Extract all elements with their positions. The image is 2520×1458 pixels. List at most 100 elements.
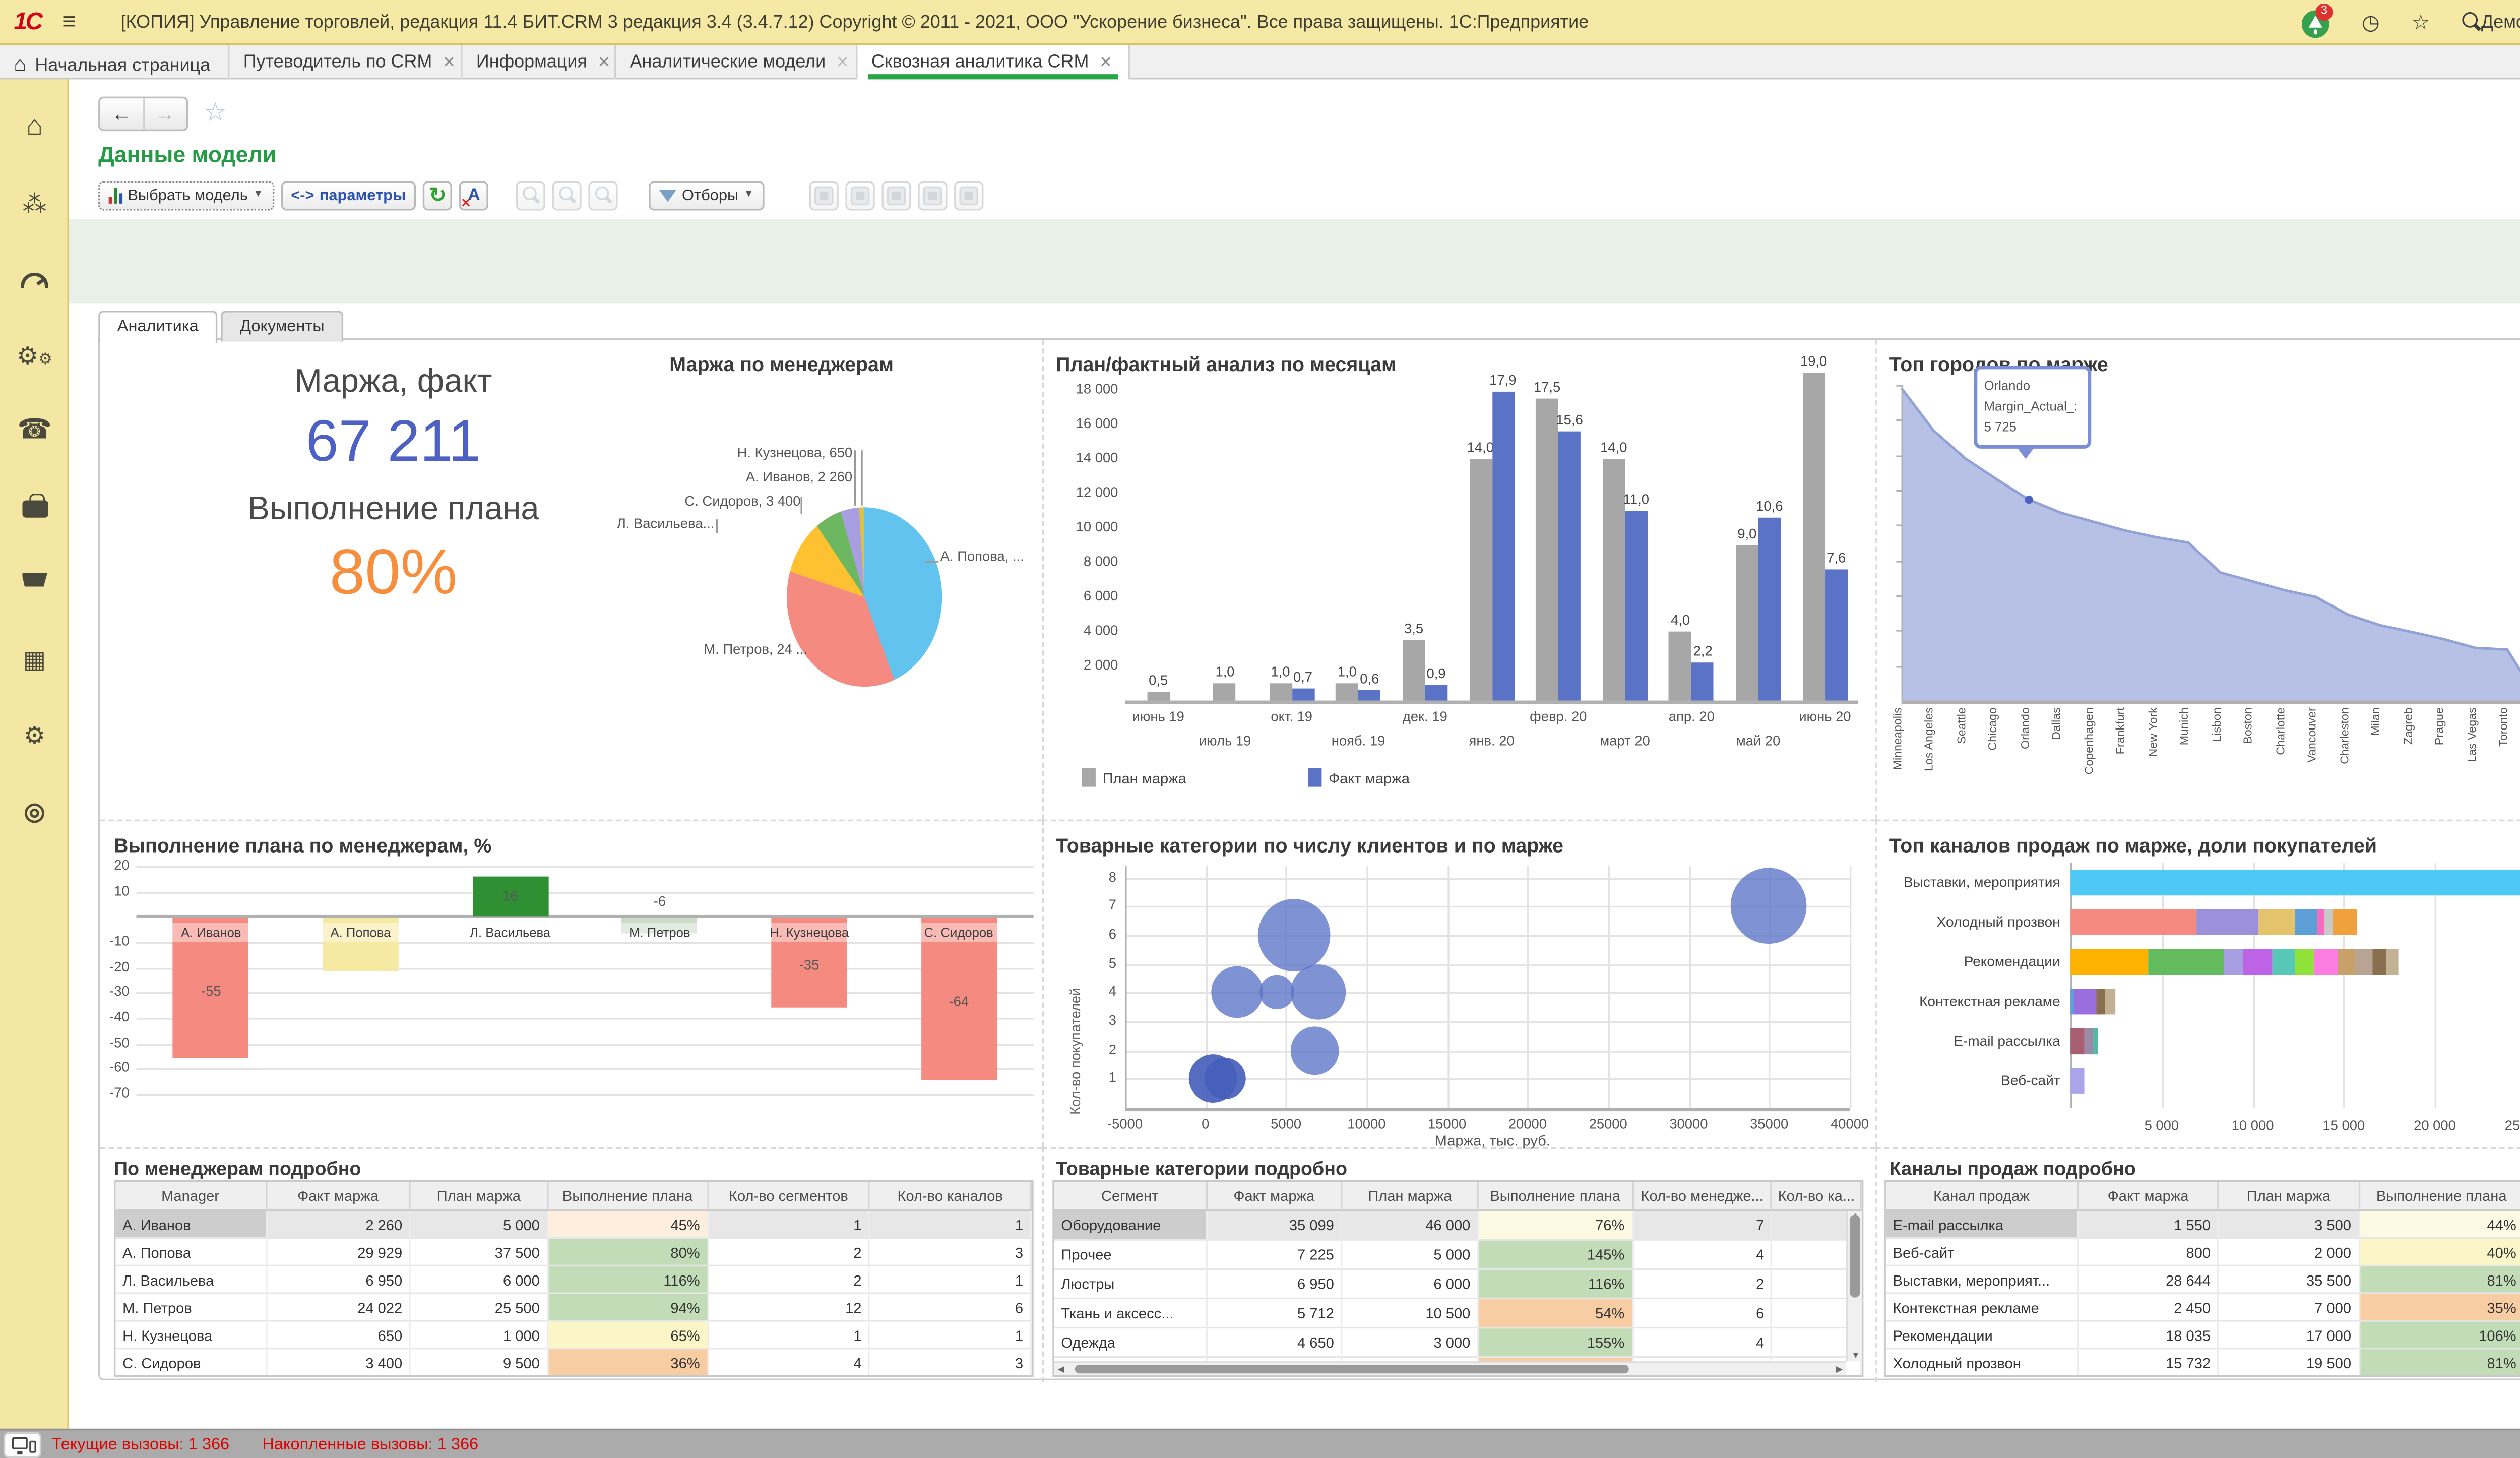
column-header[interactable]: План маржа: [411, 1182, 548, 1211]
sidebar-item-dashboard[interactable]: [0, 256, 69, 308]
table-row[interactable]: Н. Кузнецова 650 1 000 65% 1 1: [115, 1321, 1032, 1350]
sidebar-item-sales[interactable]: [0, 483, 69, 535]
managers-plan-chart-cell[interactable]: Выполнение плана по менеджерам, % 20 10 -1…: [100, 819, 1042, 1147]
tab-documents[interactable]: Документы: [221, 311, 344, 342]
table-row[interactable]: Ткань и аксесс... 5 712 10 500 54% 6: [1054, 1299, 1862, 1329]
export-button[interactable]: [918, 180, 948, 210]
vertical-scrollbar[interactable]: ▲▼: [1846, 1211, 1862, 1362]
add-chart-button[interactable]: [845, 180, 875, 210]
history-icon[interactable]: ◷: [2357, 11, 2384, 38]
find-next-button[interactable]: [589, 180, 618, 210]
clear-button[interactable]: [881, 180, 911, 210]
print-button[interactable]: [954, 180, 984, 210]
column-header[interactable]: План маржа: [2219, 1182, 2360, 1211]
close-tab-icon[interactable]: ✕: [836, 53, 849, 71]
column-header[interactable]: Сегмент: [1054, 1182, 1208, 1211]
table-row[interactable]: Одежда 4 650 3 000 155% 4: [1054, 1328, 1862, 1358]
table-row[interactable]: М. Петров 24 022 25 500 94% 12 6: [115, 1294, 1032, 1322]
notifications-icon[interactable]: 3: [2301, 3, 2333, 38]
column-header[interactable]: Выполнение плана: [1479, 1182, 1633, 1211]
column-header[interactable]: Канал продаж: [1885, 1182, 2079, 1211]
gridline: [1608, 866, 1610, 1108]
close-tab-icon[interactable]: ✕: [443, 53, 456, 71]
column-header[interactable]: Кол-во сегментов: [708, 1182, 870, 1211]
horizontal-scrollbar[interactable]: ◀ ▶: [1054, 1361, 1847, 1375]
tab-home[interactable]: ⌂ Начальная страница: [0, 44, 230, 80]
favorites-star-icon[interactable]: ☆: [2407, 11, 2435, 38]
table-row[interactable]: Выставки, мероприят...28 64435 50081%7: [1885, 1266, 2520, 1294]
sidebar-item-processes[interactable]: ⚙⚙: [0, 331, 69, 383]
cancel-search-button[interactable]: А: [459, 180, 489, 210]
table-row[interactable]: А. Попова 29 929 37 500 80% 2 3: [115, 1239, 1032, 1267]
column-header[interactable]: Факт маржа: [2078, 1182, 2220, 1211]
sidebar-item-home[interactable]: ⌂: [0, 103, 69, 155]
channels-table[interactable]: Канал продаж Факт маржа План маржа Выполнен…: [1884, 1180, 2520, 1377]
channel-label: Холодный прозвон: [1936, 914, 2060, 930]
sidebar-item-settings[interactable]: ⚙: [0, 711, 69, 763]
phone-panel-button[interactable]: [3, 1432, 42, 1458]
column-header[interactable]: Факт маржа: [1207, 1182, 1343, 1211]
table-row[interactable]: С. Сидоров 3 400 9 500 36% 4 3: [115, 1349, 1032, 1375]
tab-information[interactable]: Информация ✕: [462, 44, 616, 80]
find-in-list-button[interactable]: [552, 180, 582, 210]
table-row[interactable]: Прочее 7 225 5 000 145% 4: [1054, 1240, 1862, 1270]
monthly-bar-chart-cell[interactable]: План/фактный анализ по месяцам План марж…: [1042, 340, 1876, 820]
margin-pie-chart[interactable]: [787, 507, 942, 687]
column-header[interactable]: Выполнение плана: [548, 1182, 709, 1211]
tab-analytic-models[interactable]: Аналитические модели ✕: [616, 44, 858, 80]
channel-segment: [2223, 949, 2243, 975]
sidebar-item-warehouse[interactable]: ▦: [0, 635, 69, 687]
table-row[interactable]: Л. Васильева 6 950 6 000 116% 2 1: [115, 1266, 1032, 1294]
bubble-xlabel: Маржа, тыс. руб.: [1434, 1132, 1550, 1149]
sidebar-item-crm[interactable]: ⁂: [0, 179, 69, 231]
tab-analytics[interactable]: Аналитика: [98, 311, 218, 344]
table-row[interactable]: Контекстная рекламе2 4507 00035%19: [1885, 1294, 2520, 1322]
column-header[interactable]: Факт маржа: [267, 1182, 411, 1211]
add-favorite-star-icon[interactable]: ☆: [204, 97, 227, 128]
y-tick-mark: [1896, 525, 1904, 527]
categories-table[interactable]: Сегмент Факт маржа План маржа Выполнение пл…: [1052, 1180, 1864, 1377]
sidebar-item-telephony[interactable]: ☎: [0, 407, 69, 459]
filters-button[interactable]: Отборы ▼: [649, 180, 765, 210]
table-row[interactable]: Веб-сайт8002 00040%13: [1885, 1239, 2520, 1267]
close-tab-icon[interactable]: ✕: [1099, 53, 1112, 71]
column-header[interactable]: Выполнение плана: [2360, 1182, 2520, 1211]
column-header[interactable]: Кол-во каналов: [870, 1182, 1032, 1211]
select-model-button[interactable]: Выбрать модель ▼: [98, 180, 274, 210]
column-header[interactable]: Manager: [115, 1182, 267, 1211]
search-icon[interactable]: [2457, 11, 2485, 38]
forward-button[interactable]: →: [143, 98, 186, 130]
bubble-point: [1291, 1026, 1340, 1075]
sidebar-item-purchases[interactable]: [0, 559, 69, 611]
hamburger-menu-icon[interactable]: ≡: [62, 7, 76, 35]
tab-crm-guide[interactable]: Путеводитель по CRM ✕: [229, 44, 463, 80]
sidebar-item-support[interactable]: ◎: [0, 787, 69, 839]
manager-value: -35: [799, 957, 820, 974]
refresh-button[interactable]: ↻: [423, 180, 453, 210]
fact-bar: [1291, 688, 1314, 701]
x-tick: 25 000: [2504, 1118, 2520, 1134]
back-button[interactable]: ←: [100, 98, 145, 130]
table-row[interactable]: А. Иванов 2 260 5 000 45% 1 1: [115, 1211, 1032, 1239]
cities-area-chart-cell[interactable]: Топ городов по марже MinneapolisLos Ange…: [1875, 340, 2520, 820]
close-tab-icon[interactable]: ✕: [598, 53, 611, 71]
table-row[interactable]: E-mail рассылка1 5503 50044%43: [1885, 1211, 2520, 1239]
tab-end-to-end-analytics[interactable]: Сквозная аналитика CRM ✕: [857, 44, 1130, 80]
refresh-icon: ↻: [429, 183, 447, 207]
gridline: [136, 866, 1034, 868]
managers-table[interactable]: Manager Факт маржа План маржа Выполнение пл…: [113, 1180, 1034, 1377]
settings-tool-button[interactable]: [809, 180, 839, 210]
table-row[interactable]: Рекомендации18 03517 000106%21: [1885, 1321, 2520, 1350]
find-button[interactable]: [516, 180, 546, 210]
bubble-chart-cell[interactable]: Товарные категории по числу клиентов и п…: [1042, 819, 1876, 1149]
column-header[interactable]: План маржа: [1342, 1182, 1479, 1211]
table-row[interactable]: Люстры 6 950 6 000 116% 2: [1054, 1269, 1862, 1300]
channels-chart-cell[interactable]: Топ каналов продаж по марже, доли покупа…: [1875, 819, 2520, 1147]
parameters-button[interactable]: <-> параметры: [280, 180, 416, 210]
table-row[interactable]: Холодный прозвон15 73219 50081%40: [1885, 1349, 2520, 1375]
y-tick: 8: [1108, 869, 1116, 885]
column-header[interactable]: Кол-во ка...: [1773, 1182, 1862, 1211]
table-row[interactable]: Оборудование 35 099 46 000 76% 7: [1054, 1211, 1862, 1241]
column-header[interactable]: Кол-во менедже...: [1633, 1182, 1773, 1211]
user-name[interactable]: Демо: [2481, 12, 2520, 33]
